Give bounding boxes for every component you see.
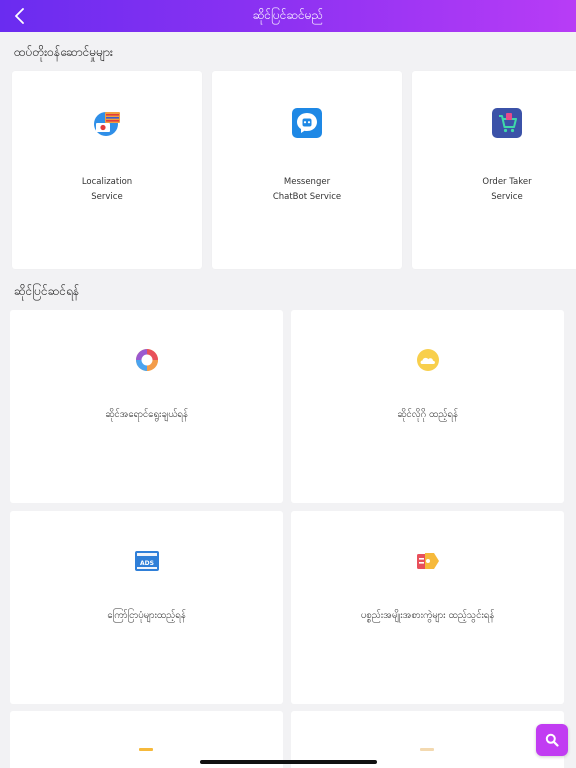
service-label-line2: ChatBot Service: [272, 192, 342, 202]
top-navigation-bar: ဆိုင်ပြင်ဆင်မည်: [0, 0, 576, 32]
color-palette-icon: [135, 349, 158, 371]
setup-card-product-categories[interactable]: ပစ္စည်းအမျိုးအစားကွဲများ ထည့်သွင်းရန်: [291, 511, 564, 704]
search-button[interactable]: [536, 724, 568, 756]
service-card-order-taker[interactable]: Order Taker Service: [412, 71, 576, 269]
service-card-localization[interactable]: Localization Service: [12, 71, 202, 269]
home-indicator: [200, 760, 377, 764]
cloud-logo-icon: [416, 349, 439, 371]
partial-icon: [420, 748, 434, 751]
shop-setup-section-title: ဆိုင်ပြင်ဆင်ရန်: [14, 284, 80, 298]
partial-icon: [139, 748, 153, 751]
setup-card-label: ဆိုင်အရောင်ရွေးချယ်ရန်: [105, 409, 188, 420]
page-title: ဆိုင်ပြင်ဆင်မည်: [252, 8, 324, 22]
category-tag-icon: [416, 553, 439, 569]
service-label-line1: Order Taker: [482, 177, 532, 187]
svg-text:ADS: ADS: [140, 560, 154, 567]
order-taker-icon: [492, 108, 522, 138]
service-label-line2: Service: [491, 192, 523, 202]
search-icon: [545, 733, 559, 747]
service-card-messenger-chatbot[interactable]: Messenger ChatBot Service: [212, 71, 402, 269]
service-label-line1: Messenger: [283, 177, 331, 187]
setup-card-shop-logo[interactable]: ဆိုင်လိုဂို ထည့်ရန်: [291, 310, 564, 503]
chevron-left-icon: [15, 8, 24, 24]
setup-card-label: ဆိုင်လိုဂို ထည့်ရန်: [397, 409, 458, 420]
setup-card-shop-color[interactable]: ဆိုင်အရောင်ရွေးချယ်ရန်: [10, 310, 283, 503]
service-label-line2: Service: [91, 192, 123, 202]
setup-card-ads-images[interactable]: ADS ကြော်ငြာပုံများထည့်ရန်: [10, 511, 283, 704]
services-section-title: ထပ်တိုးဝန်ဆောင်မှုများ: [14, 45, 113, 59]
back-button[interactable]: [10, 6, 30, 26]
chatbot-icon: [292, 108, 322, 138]
localization-icon: [94, 112, 120, 136]
ads-banner-icon: ADS: [134, 551, 159, 571]
setup-card-label: ကြော်ငြာပုံများထည့်ရန်: [107, 610, 186, 621]
service-label-line1: Localization: [81, 177, 133, 187]
setup-card-label: ပစ္စည်းအမျိုးအစားကွဲများ ထည့်သွင်းရန်: [360, 610, 495, 621]
